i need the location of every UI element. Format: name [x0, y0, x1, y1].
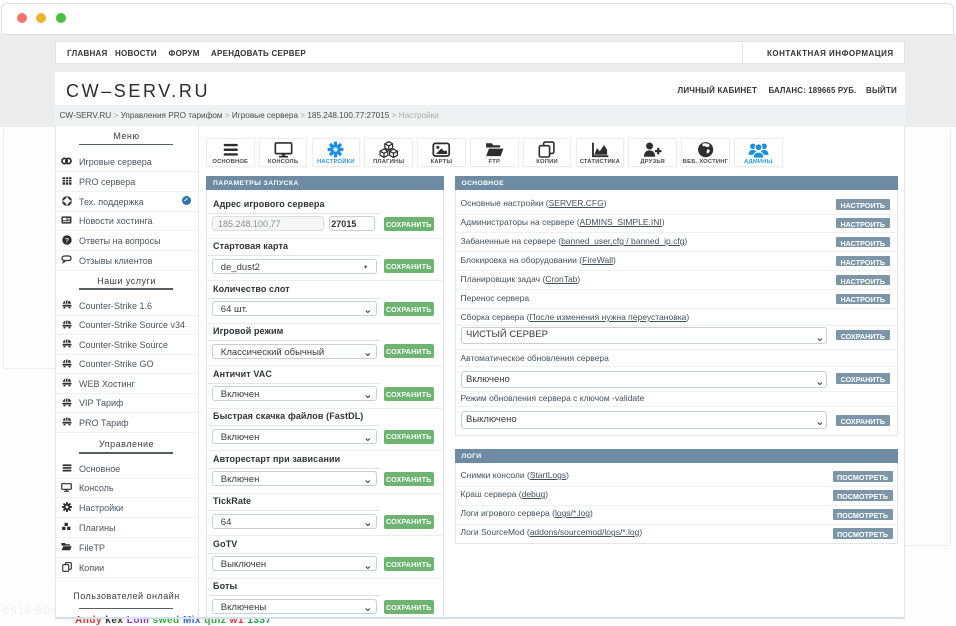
- svg-text:?: ?: [65, 238, 69, 245]
